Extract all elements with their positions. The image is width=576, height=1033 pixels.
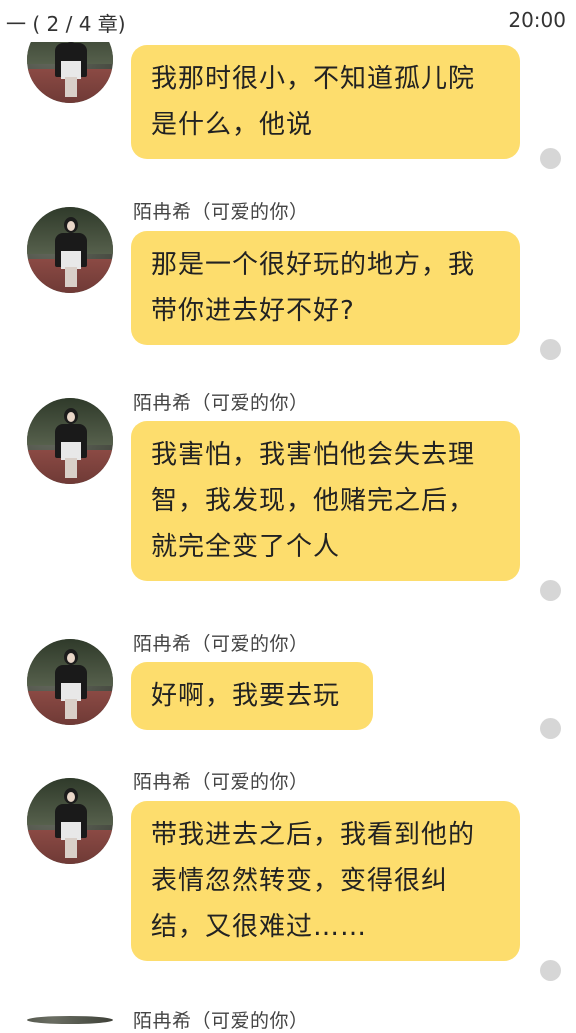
- read-status-dot-icon: [540, 148, 561, 169]
- sender-name: 陌冉希（可爱的你）: [133, 201, 309, 223]
- sender-name: 陌冉希（可爱的你）: [133, 633, 309, 655]
- read-status-dot-icon: [540, 960, 561, 981]
- message-bubble[interactable]: 我害怕，我害怕他会失去理智，我发现，他赌完之后，就完全变了个人: [131, 421, 520, 581]
- message-bubble[interactable]: 那是一个很好玩的地方，我带你进去好不好?: [131, 231, 520, 345]
- clock: 20:00: [508, 8, 566, 32]
- message-bubble[interactable]: 好啊，我要去玩: [131, 662, 373, 730]
- sender-name: 陌冉希（可爱的你）: [133, 771, 309, 793]
- sender-name: 陌冉希（可爱的你）: [133, 392, 309, 414]
- read-status-dot-icon: [540, 339, 561, 360]
- read-status-dot-icon: [540, 718, 561, 739]
- message-bubble[interactable]: 带我进去之后，我看到他的表情忽然转变，变得很纠结，又很难过……: [131, 801, 520, 961]
- message-bubble[interactable]: 我那时很小，不知道孤儿院是什么，他说: [131, 45, 520, 159]
- status-bar: 一 ( 2 / 4 章) 20:00: [0, 0, 576, 42]
- girl-avatar-icon[interactable]: [27, 207, 113, 293]
- girl-avatar-icon[interactable]: [27, 1016, 113, 1024]
- girl-avatar-icon[interactable]: [27, 778, 113, 864]
- read-status-dot-icon: [540, 580, 561, 601]
- chat-feed[interactable]: 我那时很小，不知道孤儿院是什么，他说 陌冉希（可爱的你） 那是一个很好玩的地方，…: [0, 0, 576, 1032]
- girl-avatar-icon[interactable]: [27, 639, 113, 725]
- chapter-indicator: 一 ( 2 / 4 章): [6, 12, 126, 36]
- girl-avatar-icon[interactable]: [27, 398, 113, 484]
- sender-name: 陌冉希（可爱的你）: [133, 1010, 309, 1032]
